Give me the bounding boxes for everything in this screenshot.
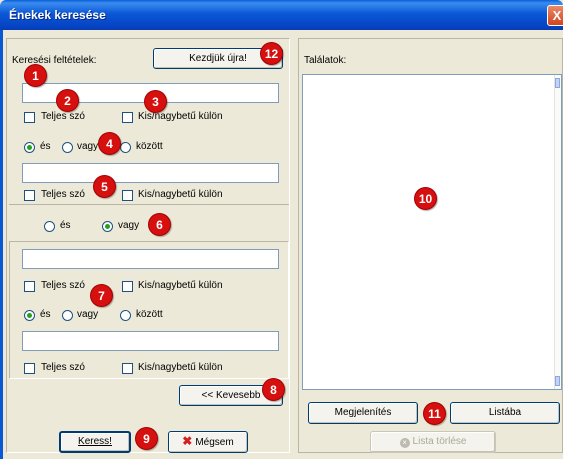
between-radio-2[interactable] <box>120 310 131 321</box>
cancel-button-label: Mégsem <box>195 437 234 448</box>
search-button-label: Keress! <box>78 436 112 447</box>
badge-7: 7 <box>90 284 113 307</box>
badge-2: 2 <box>56 89 79 112</box>
between-label-2: között <box>136 309 163 320</box>
group-and-label: és <box>60 220 71 231</box>
delete-icon: × <box>399 438 410 448</box>
close-icon: X <box>552 8 562 23</box>
and-radio-2[interactable] <box>24 310 35 321</box>
badge-4: 4 <box>98 132 121 155</box>
case-sensitive-checkbox-1[interactable] <box>122 112 133 123</box>
badge-12: 12 <box>260 42 283 65</box>
between-radio-1[interactable] <box>120 142 131 153</box>
clear-list-label: Lista törlése <box>412 436 467 447</box>
or-label-2: vagy <box>77 309 99 320</box>
x-icon: ✖ <box>182 434 193 448</box>
case-sensitive-label-2: Kis/nagybetű külön <box>138 189 223 200</box>
whole-word-checkbox-4[interactable] <box>24 363 35 374</box>
or-radio-1[interactable] <box>62 142 73 153</box>
badge-5: 5 <box>93 175 116 198</box>
case-sensitive-checkbox-2[interactable] <box>122 190 133 201</box>
to-list-button[interactable]: Listába <box>450 402 560 424</box>
cancel-button[interactable]: ✖ Mégsem <box>168 431 248 453</box>
scroll-down-arrow-icon[interactable] <box>555 376 560 386</box>
badge-11: 11 <box>423 402 446 425</box>
or-label-1: vagy <box>77 141 99 152</box>
badge-10: 10 <box>414 187 437 210</box>
whole-word-label-1: Teljes szó <box>41 111 85 122</box>
or-radio-2[interactable] <box>62 310 73 321</box>
group-and-radio[interactable] <box>44 221 55 232</box>
whole-word-label-3: Teljes szó <box>41 280 85 291</box>
case-sensitive-checkbox-3[interactable] <box>122 281 133 292</box>
case-sensitive-checkbox-4[interactable] <box>122 363 133 374</box>
badge-3: 3 <box>144 90 167 113</box>
badge-9: 9 <box>135 427 158 450</box>
badge-6: 6 <box>148 213 171 236</box>
whole-word-checkbox-2[interactable] <box>24 190 35 201</box>
case-sensitive-label-1: Kis/nagybetű külön <box>138 111 223 122</box>
results-list[interactable] <box>302 74 562 390</box>
badge-8: 8 <box>262 378 285 401</box>
scroll-up-arrow-icon[interactable] <box>555 78 560 88</box>
group-or-radio[interactable] <box>102 221 113 232</box>
whole-word-label-4: Teljes szó <box>41 362 85 373</box>
clear-list-button[interactable]: × Lista törlése <box>370 431 496 453</box>
title-bar: Énekek keresése X <box>0 0 563 30</box>
search-button[interactable]: Keress! <box>59 431 131 453</box>
display-button[interactable]: Megjelenítés <box>308 402 418 424</box>
whole-word-label-2: Teljes szó <box>41 189 85 200</box>
group-or-label: vagy <box>118 220 140 231</box>
window-title: Énekek keresése <box>9 8 106 22</box>
results-scrollbar[interactable] <box>554 75 561 389</box>
search-input-2[interactable] <box>22 163 279 183</box>
badge-1: 1 <box>24 64 47 87</box>
between-label-1: között <box>136 141 163 152</box>
case-sensitive-label-3: Kis/nagybetű külön <box>138 280 223 291</box>
and-radio-1[interactable] <box>24 142 35 153</box>
whole-word-checkbox-3[interactable] <box>24 281 35 292</box>
case-sensitive-label-4: Kis/nagybetű külön <box>138 362 223 373</box>
results-label: Találatok: <box>304 55 347 66</box>
close-button[interactable]: X <box>547 5 563 26</box>
and-label-1: és <box>40 141 51 152</box>
search-input-3[interactable] <box>22 249 279 269</box>
whole-word-checkbox-1[interactable] <box>24 112 35 123</box>
search-input-4[interactable] <box>22 331 279 351</box>
criteria-label: Keresési feltételek: <box>12 55 97 66</box>
and-label-2: és <box>40 309 51 320</box>
separator <box>9 204 289 205</box>
